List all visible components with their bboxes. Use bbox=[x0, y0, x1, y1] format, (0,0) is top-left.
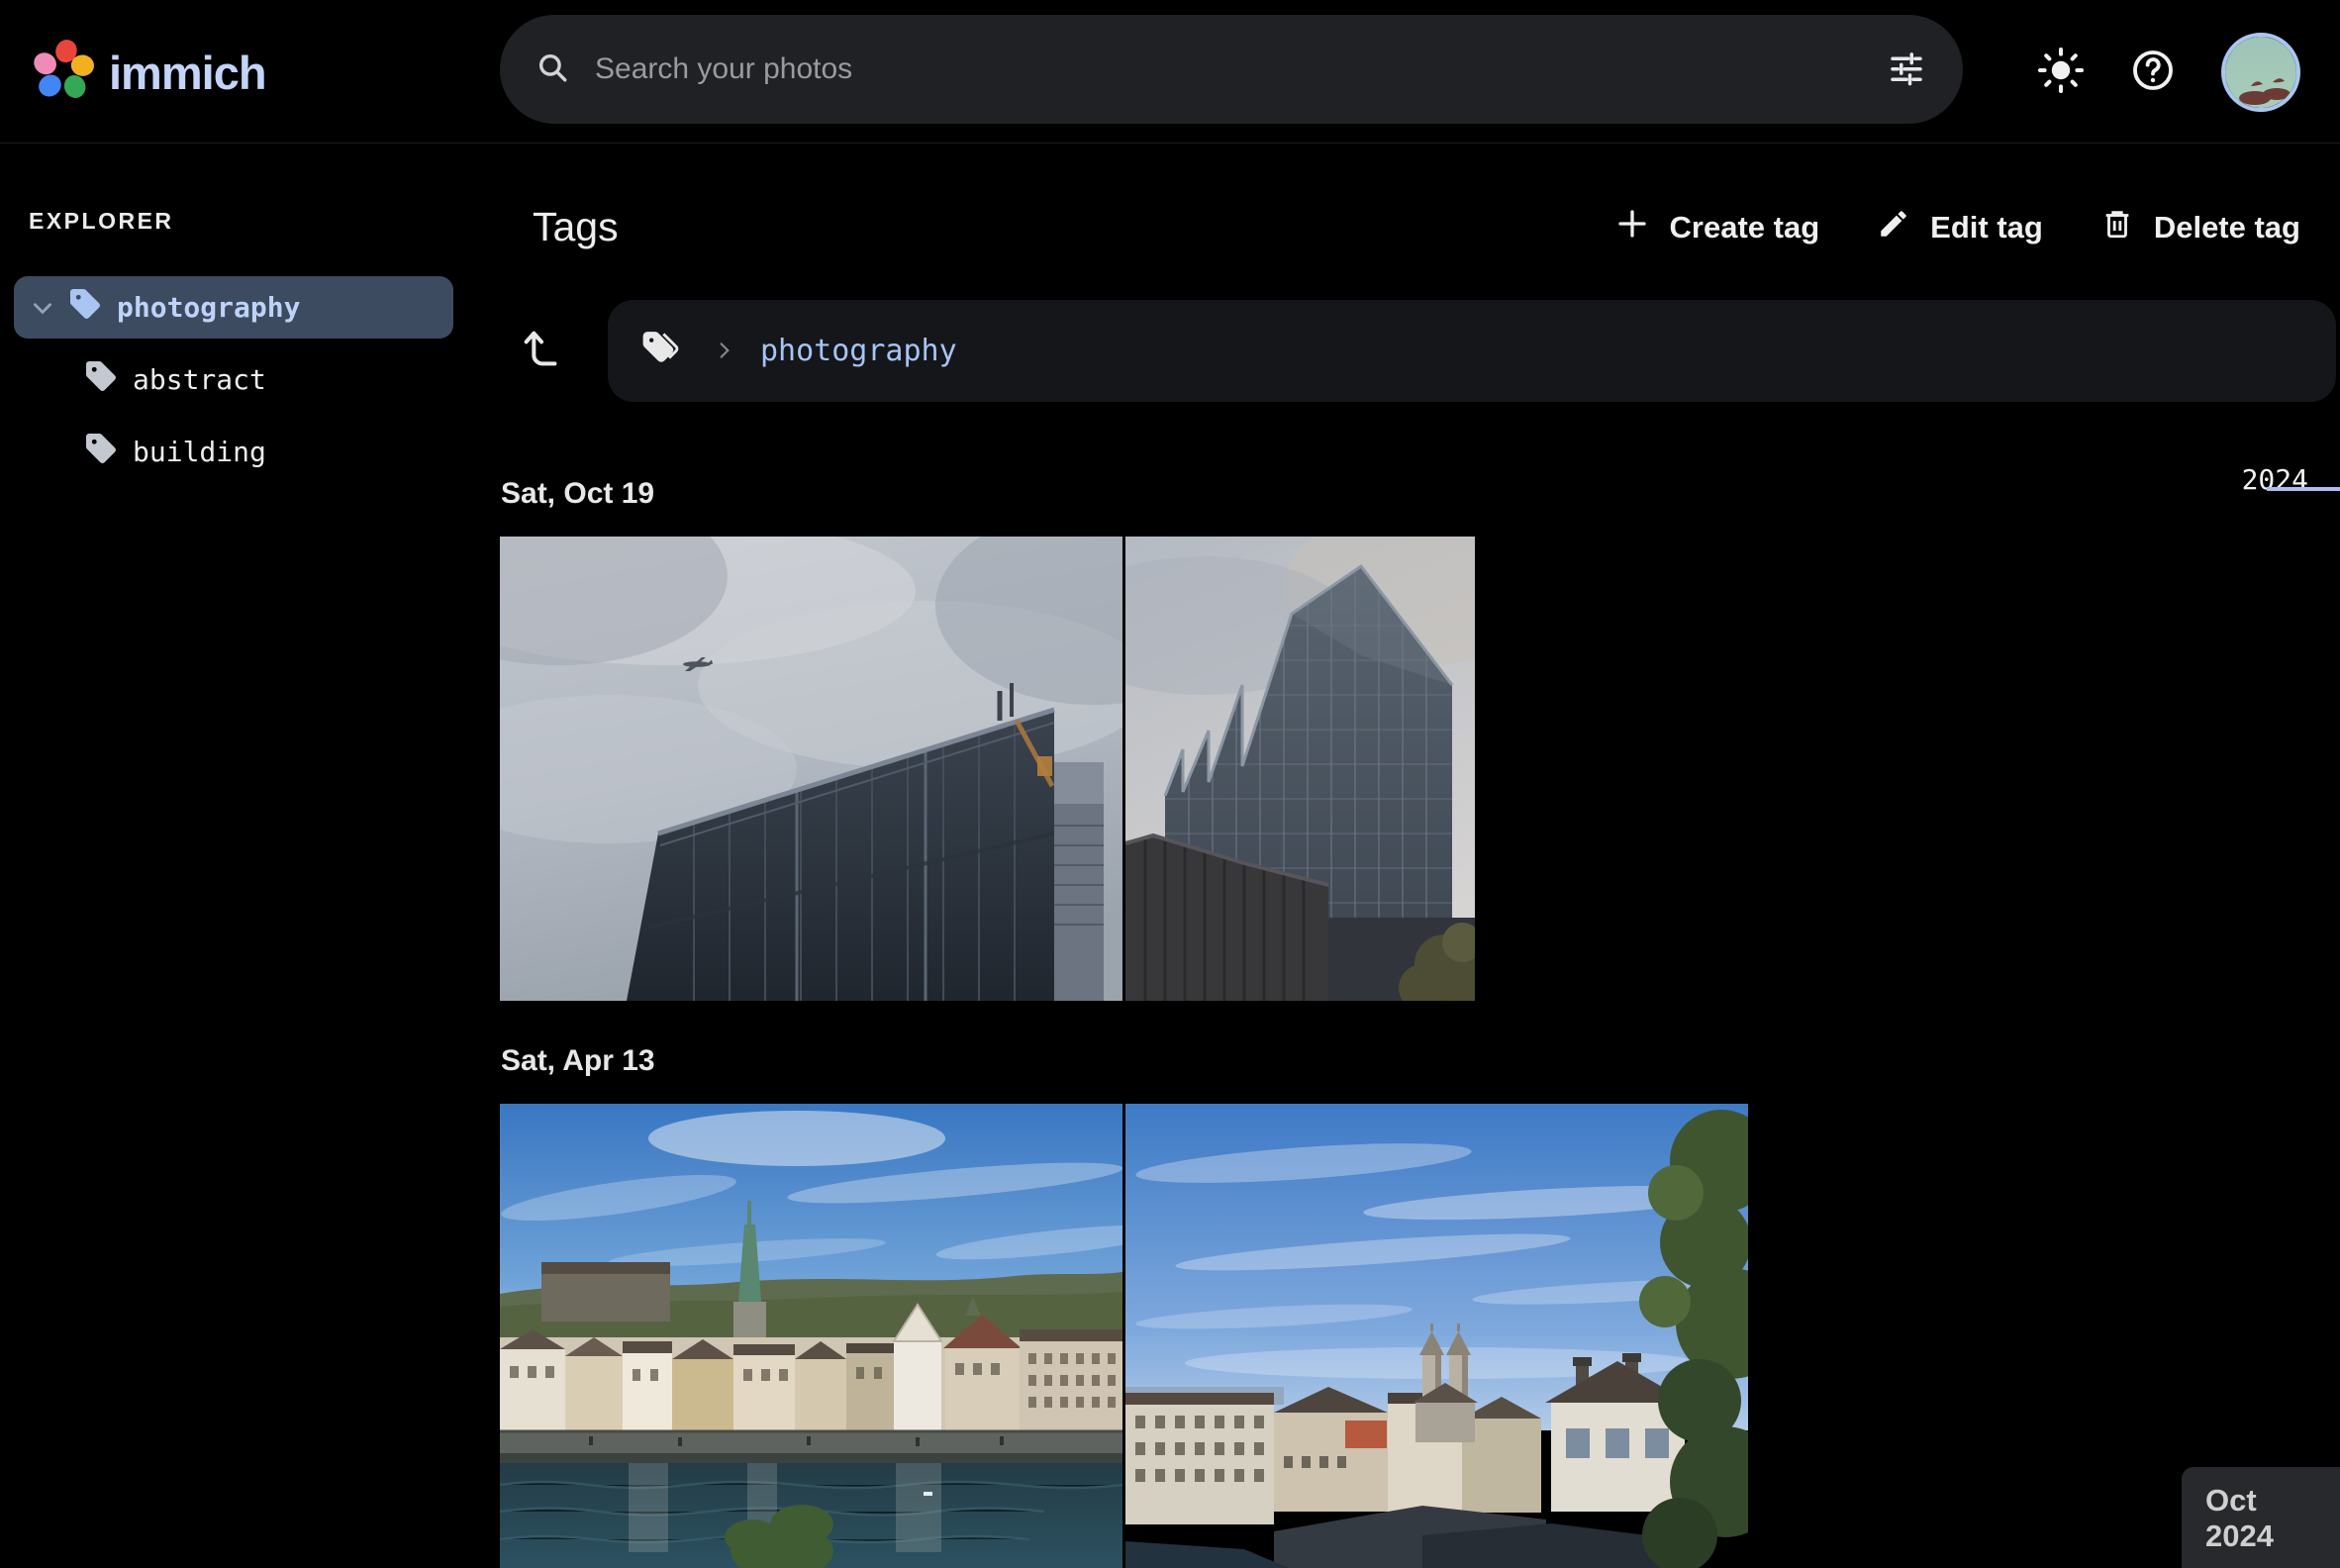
sidebar-item-label: photography bbox=[117, 291, 300, 324]
photo-thumbnail[interactable] bbox=[1125, 1104, 1748, 1568]
photo-row bbox=[500, 1104, 2340, 1568]
timeline-group: Sat, Apr 13 bbox=[467, 1044, 2340, 1568]
page-title: Tags bbox=[533, 204, 619, 250]
app-logo[interactable]: immich bbox=[34, 40, 266, 106]
scrubber-hover-label: Oct 2024 bbox=[2182, 1467, 2340, 1568]
sidebar-item-label: building bbox=[133, 436, 266, 468]
photo-zurich-skyline bbox=[1125, 1104, 1748, 1568]
app-title: immich bbox=[109, 46, 266, 100]
photo-thumbnail[interactable] bbox=[500, 537, 1122, 1001]
filter-sliders-icon[interactable] bbox=[1886, 47, 1927, 93]
breadcrumb: photography bbox=[608, 300, 2336, 402]
breadcrumb-current-tag[interactable]: photography bbox=[760, 334, 957, 368]
photo-zurich-riverfront bbox=[500, 1104, 1122, 1568]
topbar-actions bbox=[2037, 0, 2300, 144]
explorer-heading: EXPLORER bbox=[29, 208, 467, 235]
timeline-group: Sat, Oct 19 bbox=[467, 477, 2340, 1001]
help-button[interactable] bbox=[2130, 48, 2176, 96]
main-content: Tags Create tag Edit tag bbox=[467, 145, 2340, 1568]
search-bar[interactable] bbox=[500, 15, 1963, 124]
tag-icon bbox=[67, 286, 103, 329]
top-bar: immich bbox=[0, 0, 2340, 144]
search-input[interactable] bbox=[595, 52, 1886, 86]
photo-thumbnail[interactable] bbox=[1125, 537, 1475, 1001]
photo-glass-building-airplane bbox=[500, 537, 1122, 1001]
user-avatar[interactable] bbox=[2221, 33, 2300, 112]
sun-icon bbox=[2037, 47, 2085, 97]
photo-row bbox=[500, 537, 2340, 1001]
chevron-right-icon bbox=[715, 335, 734, 368]
photo-thumbnail[interactable] bbox=[500, 1104, 1122, 1568]
plus-icon bbox=[1614, 206, 1650, 249]
sidebar: EXPLORER photography bbox=[0, 145, 467, 1568]
arrow-up-left-icon bbox=[519, 327, 564, 375]
photo-sawtooth-facade bbox=[1125, 537, 1475, 1001]
group-date-label: Sat, Oct 19 bbox=[501, 477, 2340, 511]
back-button[interactable] bbox=[519, 327, 564, 375]
tags-icon[interactable] bbox=[641, 329, 681, 373]
create-tag-button[interactable]: Create tag bbox=[1614, 206, 1820, 249]
immich-flower-icon bbox=[34, 40, 95, 106]
sidebar-item-abstract[interactable]: abstract bbox=[83, 348, 467, 411]
edit-tag-button[interactable]: Edit tag bbox=[1877, 207, 2043, 248]
help-icon bbox=[2130, 48, 2176, 96]
sidebar-item-building[interactable]: building bbox=[83, 421, 467, 483]
pencil-icon bbox=[1877, 207, 1910, 248]
sidebar-item-label: abstract bbox=[133, 363, 266, 396]
tag-icon bbox=[83, 358, 119, 401]
timeline-scrubber[interactable]: 2024 Oct 2024 bbox=[2182, 145, 2340, 1568]
tag-icon bbox=[83, 431, 119, 473]
immich-app: immich bbox=[0, 0, 2340, 1568]
chevron-down-icon[interactable] bbox=[30, 295, 55, 321]
breadcrumb-row: photography bbox=[467, 300, 2340, 402]
group-date-label: Sat, Apr 13 bbox=[501, 1044, 2340, 1078]
tag-tree: photography abstract b bbox=[0, 276, 467, 483]
theme-toggle-button[interactable] bbox=[2037, 47, 2085, 97]
search-icon bbox=[536, 50, 569, 89]
scrubber-year-label: 2024 bbox=[2242, 463, 2308, 496]
trash-icon bbox=[2100, 207, 2134, 248]
scrubber-year-tick bbox=[2267, 487, 2340, 491]
sidebar-item-photography[interactable]: photography bbox=[14, 276, 453, 339]
